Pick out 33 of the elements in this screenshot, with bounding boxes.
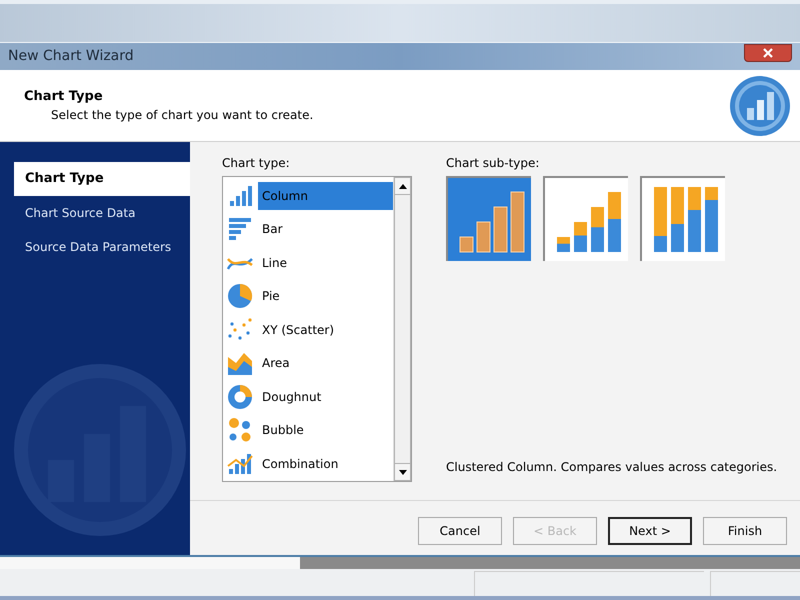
doughnut-chart-icon: [226, 382, 254, 411]
window-title: New Chart Wizard: [8, 47, 134, 66]
stacked-column-thumbnail[interactable]: [543, 176, 628, 261]
close-button[interactable]: [744, 44, 792, 62]
scrollbar[interactable]: [393, 177, 411, 481]
close-icon: [763, 48, 773, 58]
header-subtitle: Select the type of chart you want to create.: [50, 107, 314, 124]
chart-type-label: Chart type:: [222, 155, 291, 172]
wizard-step[interactable]: Chart Type: [14, 162, 190, 196]
chart-logo-icon: [728, 74, 792, 138]
dialog-button[interactable]: Finish: [703, 517, 787, 545]
wizard-step[interactable]: Chart Source Data: [14, 196, 190, 230]
clustered-column-thumbnail[interactable]: [446, 176, 531, 261]
chart-type-item[interactable]: XY (Scatter): [258, 316, 393, 344]
header-title: Chart Type: [24, 88, 104, 106]
pie-chart-icon: [226, 282, 254, 310]
chart-type-item[interactable]: Pie: [258, 282, 393, 310]
chart-type-list[interactable]: Column Bar Line Pie XY (Scatter) Area Doughnut Bubble Combination: [222, 176, 412, 482]
chart-type-item[interactable]: Area: [258, 349, 393, 378]
chart-type-item[interactable]: Line: [258, 248, 393, 277]
dialog-button[interactable]: Next >: [608, 517, 692, 545]
chart-subtype-label: Chart sub-type:: [446, 155, 540, 172]
stacked100-column-thumbnail[interactable]: [640, 176, 725, 261]
chart-type-item[interactable]: Doughnut: [258, 382, 393, 411]
dialog-button[interactable]: Cancel: [418, 517, 502, 545]
scroll-down-arrow-icon[interactable]: [398, 470, 406, 474]
scroll-up-arrow-icon[interactable]: [398, 184, 406, 188]
subtype-description: Clustered Column. Compares values across categories.: [446, 459, 778, 476]
wizard-step[interactable]: Source Data Parameters: [14, 230, 190, 264]
chart-type-item[interactable]: Bar: [258, 215, 393, 244]
chart-type-item[interactable]: Column: [258, 182, 393, 210]
chart-type-item[interactable]: Bubble: [258, 416, 393, 444]
chart-type-item[interactable]: Combination: [258, 450, 393, 478]
